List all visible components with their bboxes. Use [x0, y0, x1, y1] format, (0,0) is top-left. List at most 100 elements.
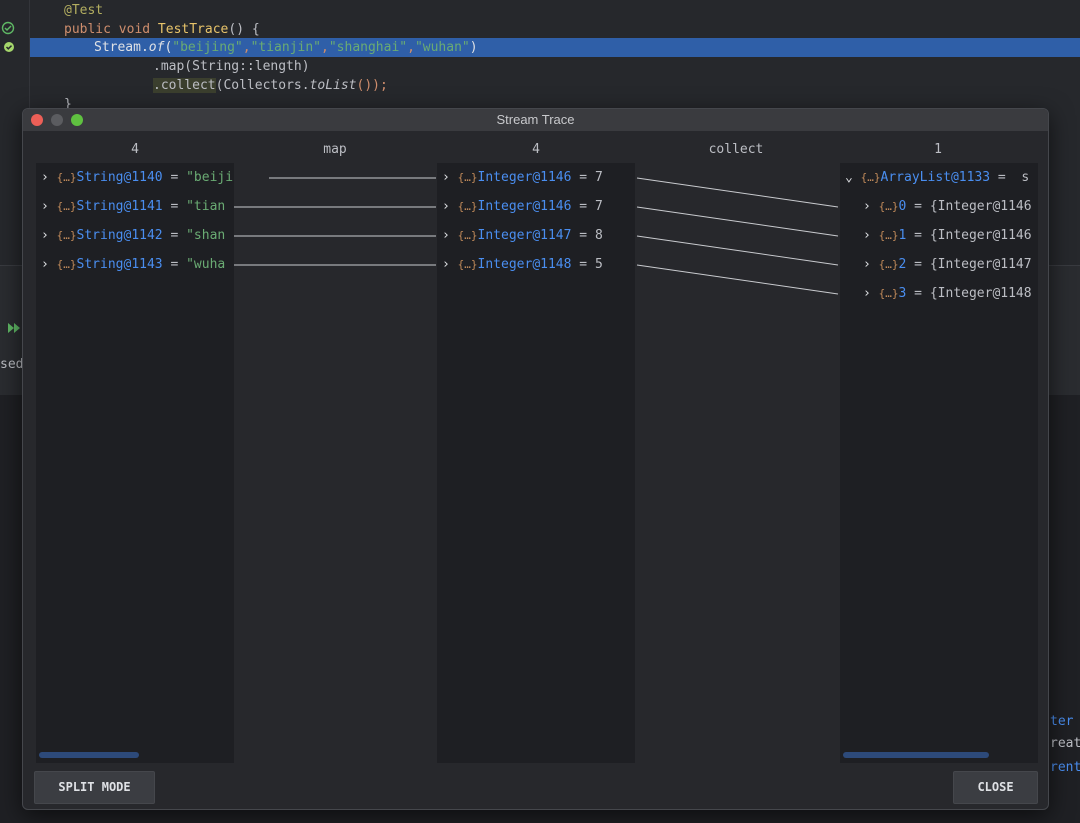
object-value: 7: [594, 170, 603, 185]
expand-chevron-icon[interactable]: ›: [442, 170, 458, 185]
object-icon: {…}: [860, 171, 881, 184]
code-line-selected: Stream.of("beijing","tianjin","shanghai"…: [94, 40, 478, 55]
resume-icon[interactable]: [8, 322, 22, 334]
equals: =: [571, 228, 595, 243]
stream-trace-dialog: Stream Trace 4 map 4 collect 1 › {…}Stri…: [22, 108, 1049, 810]
object-icon: {…}: [56, 258, 77, 271]
dialog-titlebar[interactable]: Stream Trace: [23, 109, 1048, 131]
object-name: String@1142: [76, 228, 163, 243]
equals: =: [571, 170, 595, 185]
operation-label-map: map: [323, 142, 347, 157]
trace-item[interactable]: › {…}Integer@1148 = 5: [442, 255, 603, 275]
run-test-passed-icon[interactable]: [1, 21, 15, 35]
expand-chevron-icon[interactable]: ›: [41, 257, 57, 272]
object-name: Integer@1148: [477, 257, 572, 272]
expand-chevron-icon[interactable]: ›: [442, 228, 458, 243]
expand-chevron-icon[interactable]: ›: [863, 286, 879, 301]
equals: =: [906, 228, 930, 243]
equals: =: [162, 170, 187, 185]
expand-chevron-icon[interactable]: ›: [41, 199, 57, 214]
trace-link: [636, 206, 839, 237]
object-value: 7: [594, 199, 603, 214]
trace-item[interactable]: › {…}Integer@1146 = 7: [442, 197, 603, 217]
background-text: rent: [1050, 760, 1080, 775]
trace-link: [636, 177, 839, 208]
object-name: Integer@1147: [477, 228, 572, 243]
minimize-window-icon[interactable]: [51, 114, 63, 126]
trace-item[interactable]: › {…}Integer@1147 = 8: [442, 226, 603, 246]
background-text: reat: [1050, 736, 1080, 751]
object-icon: {…}: [56, 200, 77, 213]
close-window-icon[interactable]: [31, 114, 43, 126]
list-item[interactable]: › {…}1 = {Integer@1146: [863, 226, 1032, 246]
object-icon: {…}: [457, 200, 478, 213]
code-line: .map(String::length): [153, 59, 310, 74]
test-passed-icon: [4, 42, 14, 52]
dialog-title: Stream Trace: [496, 112, 575, 127]
list-item[interactable]: › {…}0 = {Integer@1146: [863, 197, 1032, 217]
list-item[interactable]: › {…}2 = {Integer@1147: [863, 255, 1032, 275]
object-value: 5: [594, 257, 603, 272]
trace-item[interactable]: › {…}String@1141 = "tian: [41, 197, 225, 217]
expand-chevron-icon[interactable]: ›: [41, 170, 57, 185]
object-name: Integer@1146: [477, 199, 572, 214]
object-name: String@1140: [76, 170, 163, 185]
code-line: public void TestTrace() {: [64, 22, 260, 37]
code-line: .collect(Collectors.toList());: [153, 78, 388, 93]
object-name: Integer@1146: [477, 170, 572, 185]
object-value: "beijing": [186, 170, 234, 185]
object-value: "tian: [186, 199, 226, 214]
object-icon: {…}: [56, 171, 77, 184]
list-item[interactable]: › {…}3 = {Integer@1148: [863, 284, 1032, 304]
object-icon: {…}: [457, 171, 478, 184]
operation-label-collect: collect: [708, 142, 764, 157]
object-icon: {…}: [457, 258, 478, 271]
item-value: {Integer@1146: [929, 199, 1032, 214]
object-icon: {…}: [878, 229, 899, 242]
trace-item[interactable]: › {…}String@1143 = "wuha: [41, 255, 225, 275]
trace-item[interactable]: ⌄ {…}ArrayList@1133 = s: [845, 168, 1029, 188]
column-count: 4: [532, 142, 540, 157]
expand-chevron-icon[interactable]: ›: [863, 199, 879, 214]
equals: =: [906, 199, 930, 214]
close-button[interactable]: CLOSE: [953, 771, 1038, 804]
trace-link: [636, 235, 839, 266]
mapped-values-panel[interactable]: › {…}Integer@1146 = 7 › {…}Integer@1146 =…: [437, 163, 635, 763]
object-value: s: [1021, 170, 1030, 185]
maximize-window-icon[interactable]: [71, 114, 83, 126]
equals: =: [571, 257, 595, 272]
object-name: ArrayList@1133: [880, 170, 991, 185]
equals: =: [906, 286, 930, 301]
equals: =: [162, 257, 187, 272]
object-name: String@1141: [76, 199, 163, 214]
expand-chevron-icon[interactable]: ›: [442, 257, 458, 272]
split-mode-button[interactable]: SPLIT MODE: [34, 771, 155, 804]
horizontal-scrollbar[interactable]: [843, 752, 989, 758]
object-value: "shan: [186, 228, 226, 243]
equals: =: [162, 228, 187, 243]
expand-chevron-icon[interactable]: ›: [442, 199, 458, 214]
result-values-panel[interactable]: ⌄ {…}ArrayList@1133 = s › {…}0 = {Integer…: [840, 163, 1038, 763]
object-name: String@1143: [76, 257, 163, 272]
equals: =: [571, 199, 595, 214]
trace-link: [636, 264, 839, 295]
expand-chevron-icon[interactable]: ›: [863, 228, 879, 243]
trace-item[interactable]: › {…}Integer@1146 = 7: [442, 168, 603, 188]
equals: =: [162, 199, 187, 214]
expand-chevron-icon[interactable]: ›: [41, 228, 57, 243]
object-icon: {…}: [457, 229, 478, 242]
object-value: 8: [594, 228, 603, 243]
object-icon: {…}: [878, 258, 899, 271]
equals: =: [906, 257, 930, 272]
expand-chevron-icon[interactable]: ›: [863, 257, 879, 272]
object-icon: {…}: [878, 287, 899, 300]
collapse-chevron-icon[interactable]: ⌄: [845, 170, 861, 185]
item-value: {Integer@1147: [929, 257, 1032, 272]
trace-item[interactable]: › {…}String@1140 = "beijing": [41, 168, 234, 188]
source-values-panel[interactable]: › {…}String@1140 = "beijing"› {…}String@…: [36, 163, 234, 763]
trace-item[interactable]: › {…}String@1142 = "shan: [41, 226, 225, 246]
item-value: {Integer@1146: [929, 228, 1032, 243]
horizontal-scrollbar[interactable]: [39, 752, 139, 758]
code-line: @Test: [64, 3, 104, 18]
equals: =: [990, 170, 1022, 185]
